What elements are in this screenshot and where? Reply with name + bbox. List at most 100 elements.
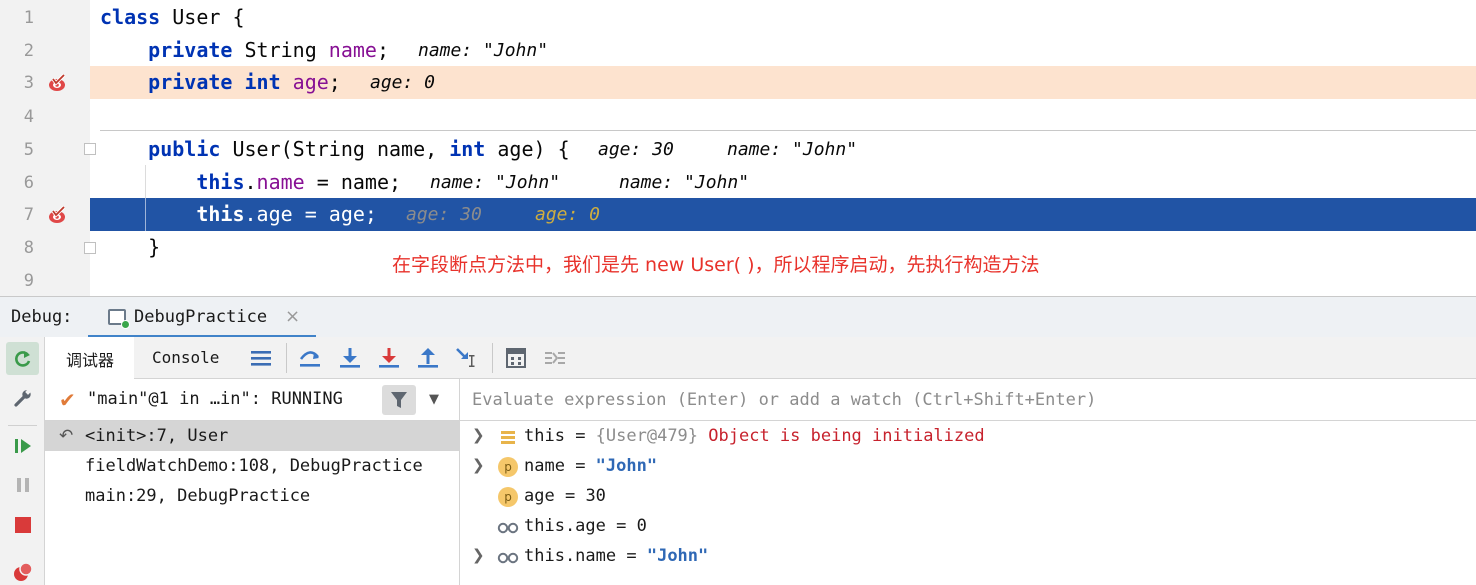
thread-selector[interactable]: ✔ "main"@1 in …in": RUNNING ▼	[45, 379, 460, 421]
chevron-right-icon[interactable]: ❯	[472, 426, 485, 444]
settings-button[interactable]	[6, 381, 39, 414]
keyword: public	[100, 137, 233, 161]
run-to-cursor-icon[interactable]	[454, 345, 480, 371]
line-number: 2	[23, 41, 34, 61]
code-text: private int age;	[100, 70, 341, 94]
force-step-into-icon[interactable]	[376, 345, 402, 371]
code-token: ;	[328, 70, 341, 94]
stack-frame-item[interactable]: main:29, DebugPractice	[45, 481, 460, 511]
filter-button[interactable]	[382, 385, 416, 415]
equals-sign: =	[564, 426, 596, 446]
run-config-icon	[108, 309, 130, 329]
step-out-icon[interactable]	[415, 345, 441, 371]
code-line[interactable]: 4	[0, 100, 1476, 133]
code-line[interactable]: 6 this.name = name; name: "John" name: "…	[0, 166, 1476, 199]
chevron-down-icon[interactable]: ▼	[429, 392, 439, 407]
resume-button[interactable]	[6, 429, 39, 462]
wrench-icon	[13, 388, 31, 407]
debug-tool-window-header: Debug: DebugPractice ×	[0, 296, 1476, 338]
line-number: 3	[23, 73, 34, 93]
pause-button[interactable]	[6, 468, 39, 501]
line-number: 4	[23, 107, 34, 127]
field-watchpoint-icon[interactable]	[47, 73, 67, 93]
watch-row[interactable]: this.age = 0	[460, 511, 1476, 541]
variable-text: this.name = "John"	[524, 546, 708, 566]
code-line-execution-point[interactable]: 7 this.age = age; age: 30 age: 0	[0, 198, 1476, 231]
check-icon: ✔	[59, 388, 76, 412]
watch-glasses-icon	[497, 522, 519, 534]
chevron-right-icon[interactable]: ❯	[472, 546, 485, 564]
tab-debugger-label: 调试器	[66, 353, 115, 370]
keyword: class	[100, 5, 173, 29]
object-fields-icon	[501, 431, 515, 444]
variable-value: "John"	[595, 456, 658, 476]
watch-row[interactable]: ❯ this.name = "John"	[460, 541, 1476, 571]
tab-debug-practice[interactable]: DebugPractice ×	[88, 299, 316, 338]
variable-name: age	[524, 486, 555, 506]
debugger-toolbar: 调试器 Console	[45, 337, 1476, 379]
annotation-text: 在字段断点方法中，我们是先 new User( )，所以程序启动，先执行构造方法	[392, 254, 1040, 276]
inline-value-hint-changed: age: 0	[535, 204, 601, 225]
watch-glasses-icon	[497, 552, 519, 564]
variable-status: Object is being initialized	[698, 426, 985, 446]
variable-row[interactable]: ❯ p name = "John"	[460, 451, 1476, 481]
close-icon[interactable]: ×	[285, 306, 300, 327]
parameter-icon: p	[498, 487, 518, 507]
inline-value-hint: age: 30	[406, 204, 482, 225]
code-line-breakpoint[interactable]: 3 private int age; age: 0	[0, 66, 1476, 99]
inline-value-hint: name: "John"	[619, 172, 750, 193]
field-watchpoint-icon[interactable]	[47, 205, 67, 225]
variable-value: "John"	[646, 546, 709, 566]
equals-sign: =	[564, 456, 596, 476]
variable-text: age = 30	[524, 486, 606, 506]
pause-icon	[16, 477, 29, 492]
equals-sign: =	[605, 516, 637, 536]
rerun-button[interactable]	[6, 342, 39, 375]
stack-frame-item[interactable]: fieldWatchDemo:108, DebugPractice	[45, 451, 460, 481]
variable-row[interactable]: ❯ this = {User@479} Object is being init…	[460, 421, 1476, 451]
code-line[interactable]: 5 public User(String name, int age) { ag…	[0, 133, 1476, 166]
code-line[interactable]: 2 private String name; name: "John"	[0, 34, 1476, 67]
variable-name: this	[524, 426, 565, 446]
code-text: private String name;	[100, 38, 389, 62]
view-breakpoints-button[interactable]	[6, 555, 39, 585]
line-number: 7	[23, 205, 34, 225]
line-number: 9	[23, 271, 34, 291]
drop-frame-icon: ↶	[59, 426, 74, 446]
code-token: User(String name,	[232, 137, 450, 161]
keyword: this	[100, 170, 245, 194]
tab-debugger[interactable]: 调试器	[45, 337, 134, 379]
parameter-icon: p	[498, 457, 518, 477]
field-token: name	[256, 170, 305, 194]
trace-current-stream-icon[interactable]	[542, 345, 568, 371]
code-text: this.name = name;	[100, 170, 401, 194]
layout-menu-icon[interactable]	[248, 345, 274, 371]
variable-value: 30	[585, 486, 606, 506]
inline-value-hint: name: "John"	[727, 139, 858, 160]
frames-panel: ✔ "main"@1 in …in": RUNNING ▼ ↶ <init>:7…	[45, 379, 460, 585]
inline-value-hint: name: "John"	[418, 40, 549, 61]
variable-row[interactable]: p age = 30	[460, 481, 1476, 511]
tab-console[interactable]: Console	[152, 348, 219, 367]
code-text: class User {	[100, 5, 245, 29]
step-into-icon[interactable]	[337, 345, 363, 371]
code-text: }	[100, 235, 161, 259]
stop-icon	[14, 516, 31, 533]
variable-text: this.age = 0	[524, 516, 647, 536]
stack-frame-label: fieldWatchDemo:108, DebugPractice	[85, 456, 423, 476]
code-line[interactable]: 1 class User {	[0, 1, 1476, 34]
stack-frame-item[interactable]: ↶ <init>:7, User	[45, 421, 460, 451]
code-text: this.age = age;	[100, 202, 377, 226]
step-over-icon[interactable]	[297, 345, 323, 371]
keyword: this	[100, 202, 245, 226]
evaluate-expression-icon[interactable]	[503, 345, 529, 371]
line-number: 6	[23, 173, 34, 193]
code-editor[interactable]: 1 class User { 2 private String name; na…	[0, 0, 1476, 296]
variable-name: name	[524, 456, 565, 476]
code-token: User {	[172, 5, 245, 29]
stop-button[interactable]	[6, 508, 39, 541]
chevron-right-icon[interactable]: ❯	[472, 456, 485, 474]
variable-text: name = "John"	[524, 456, 657, 476]
evaluate-expression-input[interactable]	[460, 379, 1476, 421]
keyword: private int	[100, 70, 293, 94]
